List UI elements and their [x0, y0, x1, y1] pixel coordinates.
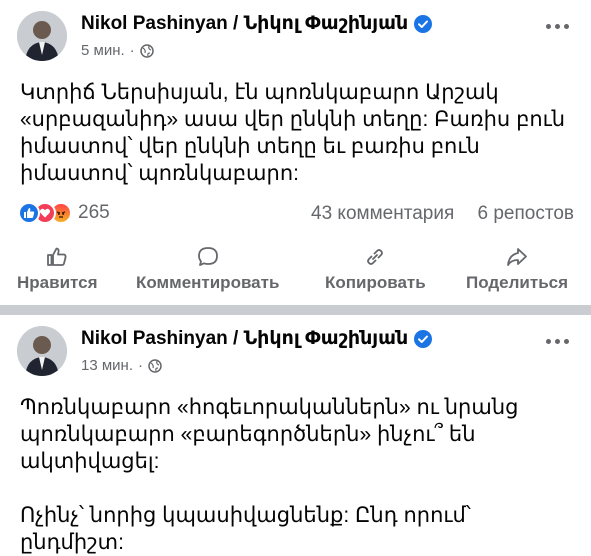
post-divider	[0, 305, 591, 315]
comment-label: Комментировать	[136, 273, 280, 292]
post-header: Nikol Pashinyan / Նիկոլ Փաշինյան 5 мин. …	[0, 0, 591, 62]
post-stats: 265 43 комментария 6 репостов	[0, 200, 591, 230]
like-label: Нравится	[17, 273, 98, 292]
post-meta: 13 мин. ·	[81, 357, 162, 374]
share-button[interactable]: Поделиться	[466, 245, 568, 293]
post-2: Nikol Pashinyan / Նիկոլ Փաշինյան 13 мин.…	[0, 315, 591, 556]
meta-separator: ·	[138, 357, 143, 374]
post-header: Nikol Pashinyan / Նիկոլ Փաշինյան 13 мин.…	[0, 315, 591, 377]
like-button[interactable]: Нравится	[17, 245, 98, 293]
thumbs-up-icon	[45, 245, 69, 269]
share-label: Поделиться	[466, 273, 569, 292]
avatar[interactable]	[17, 11, 67, 61]
author-name[interactable]: Nikol Pashinyan / Նիկոլ Փաշինյան	[81, 12, 433, 35]
comment-bubble-icon	[196, 245, 220, 269]
post-text: Կտրիճ Ներսիսյան, էն պոռնկաբարո Արշակ «սր…	[20, 81, 566, 185]
post-timestamp[interactable]: 13 мин.	[81, 357, 133, 374]
globe-icon[interactable]	[148, 358, 162, 373]
comments-count[interactable]: 43 комментария	[311, 203, 454, 224]
share-arrow-icon	[505, 245, 529, 269]
post-1: Nikol Pashinyan / Նիկոլ Փաշինյան 5 мин. …	[0, 0, 591, 305]
post-timestamp[interactable]: 5 мин.	[81, 42, 125, 59]
more-dots-icon[interactable]	[546, 24, 569, 29]
shares-count[interactable]: 6 репостов	[478, 203, 574, 224]
copy-label: Копировать	[325, 273, 426, 292]
reaction-count[interactable]: 265	[78, 202, 110, 224]
link-icon	[363, 245, 387, 269]
copy-button[interactable]: Копировать	[325, 245, 426, 293]
engagement-counts: 43 комментария 6 репостов	[311, 203, 574, 225]
post-actions: Нравится Комментировать Копировать Подел…	[0, 245, 591, 305]
author-name-text[interactable]: Nikol Pashinyan / Նիկոլ Փաշինյան	[81, 327, 408, 350]
meta-separator: ·	[129, 42, 135, 59]
verified-badge-icon	[414, 14, 433, 33]
avatar[interactable]	[17, 326, 67, 376]
verified-badge-icon	[414, 329, 433, 348]
globe-icon[interactable]	[139, 43, 154, 58]
post-text: Պոռնկաբարո «հոգեւորականներն» ու նրանց պո…	[20, 396, 519, 554]
more-dots-icon[interactable]	[546, 339, 569, 344]
author-name-text[interactable]: Nikol Pashinyan / Նիկոլ Փաշինյան	[81, 12, 408, 35]
reactions-summary[interactable]: 265	[18, 202, 110, 224]
author-name[interactable]: Nikol Pashinyan / Նիկոլ Փաշինյան	[81, 327, 433, 350]
post-meta: 5 мин. ·	[81, 42, 154, 59]
like-reaction-icon	[18, 202, 40, 224]
comment-button[interactable]: Комментировать	[136, 245, 279, 293]
